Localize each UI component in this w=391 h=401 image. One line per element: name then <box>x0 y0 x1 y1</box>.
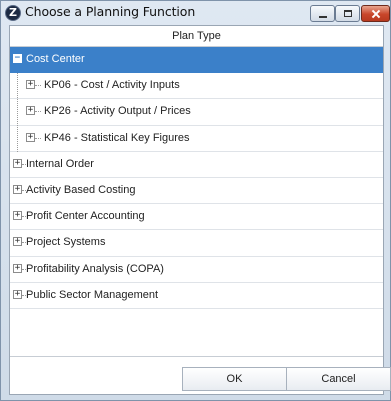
tree-node-label: Public Sector Management <box>26 288 159 301</box>
cancel-button[interactable]: Cancel <box>286 367 391 391</box>
tree-node[interactable]: + Profit Center Accounting <box>10 204 383 231</box>
dialog-content: Plan Type − Cost Center + KP06 - Cost / Act… <box>9 25 391 395</box>
app-logo-icon: Z <box>5 5 21 21</box>
expand-icon[interactable]: + <box>13 158 22 168</box>
tree-node[interactable]: + Activity Based Costing <box>10 178 383 205</box>
expand-icon[interactable]: + <box>26 106 35 116</box>
dialog-window: Z Choose a Planning Function Plan Type −… <box>0 0 391 401</box>
tree-connector-line <box>17 73 18 152</box>
tree-node-label: Activity Based Costing <box>26 184 136 196</box>
expand-icon[interactable]: + <box>13 185 22 194</box>
tree-node-label: Cost Center <box>26 53 85 65</box>
button-bar: OK Cancel <box>10 356 391 394</box>
maximize-icon[interactable] <box>335 5 360 22</box>
tree-node-label: Project Systems <box>26 236 106 249</box>
minimize-icon[interactable] <box>310 5 335 22</box>
ok-button[interactable]: OK <box>182 367 287 391</box>
tree-node[interactable]: + Public Sector Management <box>10 283 383 309</box>
tree-node-label: KP46 - Statistical Key Figures <box>44 131 190 144</box>
tree-node-label: KP06 - Cost / Activity Inputs <box>44 79 180 92</box>
tree-connector-line <box>35 85 41 87</box>
tree-node[interactable]: − Cost Center <box>10 47 383 74</box>
expand-icon[interactable]: + <box>13 237 22 247</box>
expand-icon[interactable]: + <box>13 211 22 221</box>
tree-node-label: Internal Order <box>26 157 94 170</box>
window-title: Choose a Planning Function <box>25 4 196 19</box>
tree-node[interactable]: + Project Systems <box>10 230 383 257</box>
tree-node-label: Profitability Analysis (COPA) <box>26 262 164 275</box>
tree-node-label: Profit Center Accounting <box>26 210 145 223</box>
tree-connector-line <box>35 111 41 113</box>
expand-icon[interactable]: + <box>13 263 22 273</box>
column-header-plan-type[interactable]: Plan Type <box>10 26 383 47</box>
tree-child-node[interactable]: + KP06 - Cost / Activity Inputs <box>10 73 383 100</box>
tree-connector-line <box>35 137 41 139</box>
expand-icon[interactable]: + <box>26 132 35 142</box>
tree-node[interactable]: + Internal Order <box>10 152 383 178</box>
tree-node[interactable]: + Profitability Analysis (COPA) <box>10 257 383 283</box>
tree-child-node[interactable]: + KP26 - Activity Output / Prices <box>10 99 383 126</box>
expand-icon[interactable]: + <box>13 289 22 299</box>
expand-icon[interactable]: + <box>26 80 35 90</box>
close-icon[interactable] <box>361 5 390 22</box>
title-bar[interactable]: Z Choose a Planning Function <box>1 1 391 25</box>
tree-child-node[interactable]: + KP46 - Statistical Key Figures <box>10 126 383 152</box>
tree-node-label: KP26 - Activity Output / Prices <box>44 105 191 118</box>
collapse-icon[interactable]: − <box>13 54 22 63</box>
